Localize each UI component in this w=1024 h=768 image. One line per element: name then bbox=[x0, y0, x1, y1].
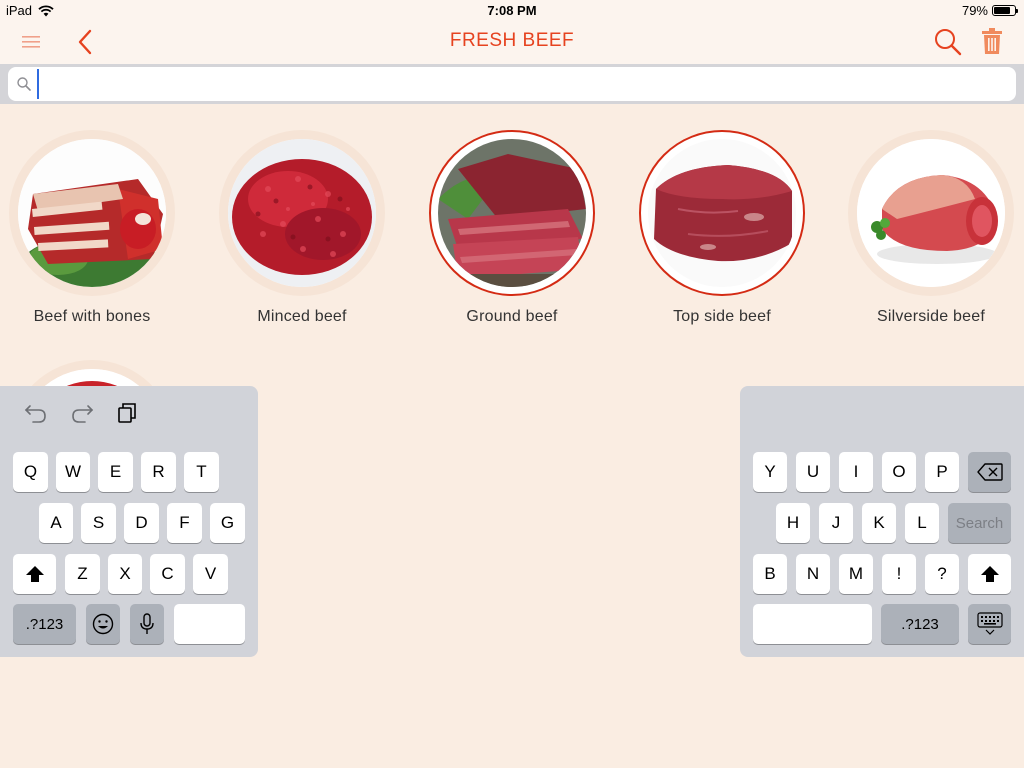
paste-icon[interactable] bbox=[117, 402, 137, 424]
status-time: 7:08 PM bbox=[487, 3, 537, 18]
top-side-beef-image bbox=[648, 139, 796, 287]
keyboard-dismiss-icon bbox=[976, 612, 1003, 635]
trash-icon[interactable] bbox=[982, 28, 1002, 54]
silverside-beef-image bbox=[857, 139, 1005, 287]
battery-icon bbox=[992, 5, 1018, 16]
page-title: FRESH BEEF bbox=[449, 30, 575, 51]
key-e[interactable]: E bbox=[98, 452, 133, 492]
undo-icon[interactable] bbox=[24, 402, 48, 424]
product-image-frame bbox=[639, 130, 805, 296]
product-label: Beef with bones bbox=[33, 308, 151, 325]
product-item-beef-with-bones[interactable]: Beef with bones bbox=[0, 130, 187, 326]
product-image-frame bbox=[848, 130, 1014, 296]
key-s[interactable]: S bbox=[81, 503, 116, 543]
product-image-frame bbox=[219, 130, 385, 296]
key-d[interactable]: D bbox=[124, 503, 159, 543]
shift-icon bbox=[980, 566, 999, 582]
product-item-minced-beef[interactable]: Minced beef bbox=[207, 130, 397, 326]
space-key-left[interactable] bbox=[174, 604, 245, 644]
numbers-key-right[interactable]: .?123 bbox=[881, 604, 959, 644]
key-r[interactable]: R bbox=[141, 452, 176, 492]
emoji-key[interactable] bbox=[86, 604, 120, 644]
delete-key[interactable] bbox=[968, 452, 1011, 492]
key-z[interactable]: Z bbox=[65, 554, 100, 594]
key-j[interactable]: J bbox=[819, 503, 853, 543]
space-key-right[interactable] bbox=[753, 604, 872, 644]
key-f[interactable]: F bbox=[167, 503, 202, 543]
search-field[interactable] bbox=[8, 67, 1016, 101]
key-exclamation[interactable]: ! bbox=[882, 554, 916, 594]
key-o[interactable]: O bbox=[882, 452, 916, 492]
product-label: Minced beef bbox=[257, 308, 347, 325]
product-label: Top side beef bbox=[673, 308, 771, 325]
key-v[interactable]: V bbox=[193, 554, 228, 594]
key-b[interactable]: B bbox=[753, 554, 787, 594]
beef-with-bones-image bbox=[18, 139, 166, 287]
status-bar: iPad 7:08 PM 79% bbox=[0, 0, 1024, 20]
battery-percent: 79% bbox=[961, 3, 988, 18]
ground-beef-image bbox=[438, 139, 586, 287]
key-y[interactable]: Y bbox=[753, 452, 787, 492]
product-item-silverside-beef[interactable]: Silverside beef bbox=[836, 130, 1024, 326]
product-label: Ground beef bbox=[466, 308, 558, 325]
key-question[interactable]: ? bbox=[925, 554, 959, 594]
shift-key-right[interactable] bbox=[968, 554, 1011, 594]
key-m[interactable]: M bbox=[839, 554, 873, 594]
product-image-frame bbox=[429, 130, 595, 296]
key-x[interactable]: X bbox=[108, 554, 142, 594]
product-item-top-side-beef[interactable]: Top side beef bbox=[627, 130, 817, 326]
dismiss-keyboard-key[interactable] bbox=[968, 604, 1011, 644]
shift-key[interactable] bbox=[13, 554, 56, 594]
key-k[interactable]: K bbox=[862, 503, 896, 543]
search-bar bbox=[0, 64, 1024, 104]
key-p[interactable]: P bbox=[925, 452, 959, 492]
key-g[interactable]: G bbox=[210, 503, 245, 543]
search-field-icon bbox=[17, 77, 31, 91]
key-w[interactable]: W bbox=[56, 452, 90, 492]
product-item-ground-beef[interactable]: Ground beef bbox=[417, 130, 607, 326]
emoji-icon bbox=[92, 613, 114, 635]
key-q[interactable]: Q bbox=[13, 452, 48, 492]
nav-bar: FRESH BEEF bbox=[0, 20, 1024, 64]
key-c[interactable]: C bbox=[150, 554, 185, 594]
search-icon[interactable] bbox=[934, 28, 962, 56]
split-keyboard-left: Q W E R T A S D F G Z X C V .?123 bbox=[0, 386, 258, 657]
key-a[interactable]: A bbox=[39, 503, 73, 543]
shift-icon bbox=[25, 566, 44, 582]
product-image-frame bbox=[9, 130, 175, 296]
search-input[interactable] bbox=[37, 69, 987, 99]
key-l[interactable]: L bbox=[905, 503, 939, 543]
key-n[interactable]: N bbox=[796, 554, 830, 594]
numbers-key-left[interactable]: .?123 bbox=[13, 604, 76, 644]
backspace-icon bbox=[976, 463, 1003, 481]
dictation-key[interactable] bbox=[130, 604, 164, 644]
key-t[interactable]: T bbox=[184, 452, 219, 492]
redo-icon[interactable] bbox=[70, 402, 94, 424]
key-i[interactable]: I bbox=[839, 452, 873, 492]
key-u[interactable]: U bbox=[796, 452, 830, 492]
minced-beef-image bbox=[228, 139, 376, 287]
product-label: Silverside beef bbox=[877, 308, 985, 325]
battery-level bbox=[994, 7, 1010, 14]
split-keyboard-right: Y U I O P H J K L Search B N M ! ? .?123 bbox=[740, 386, 1024, 657]
key-h[interactable]: H bbox=[776, 503, 810, 543]
search-key[interactable]: Search bbox=[948, 503, 1011, 543]
microphone-icon bbox=[140, 613, 154, 634]
